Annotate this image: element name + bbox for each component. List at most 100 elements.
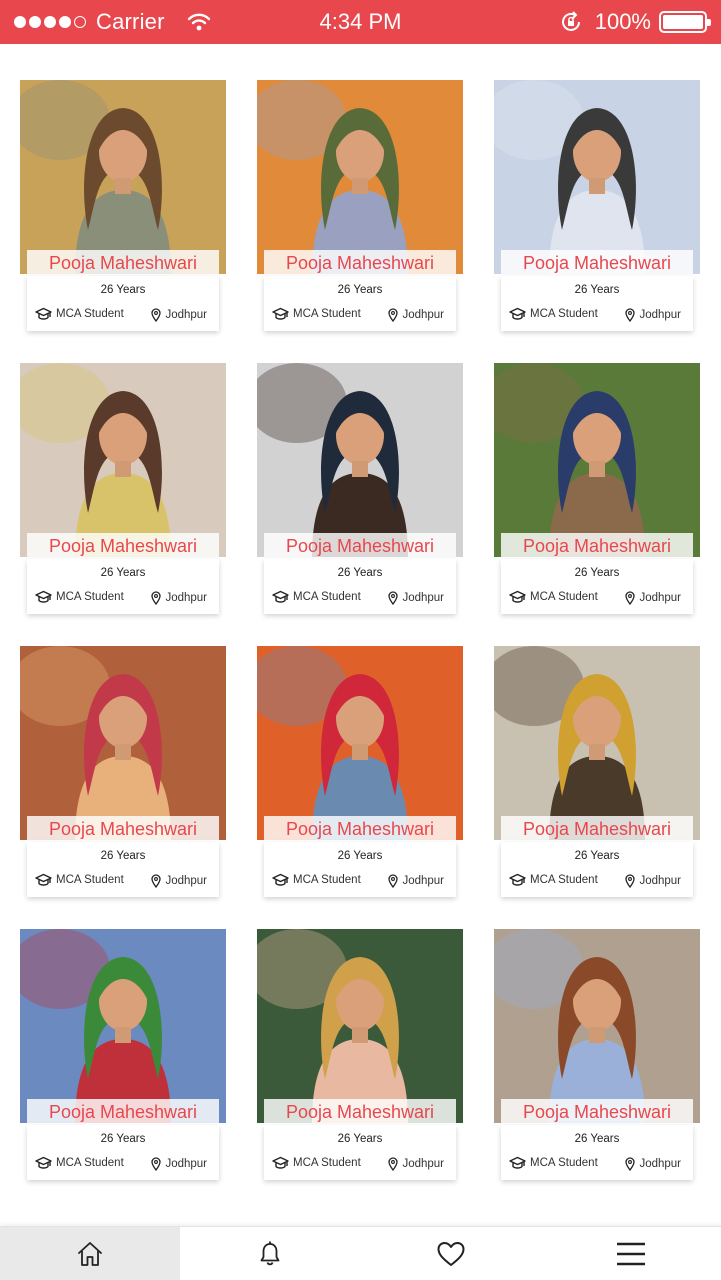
profile-photo[interactable]	[257, 80, 463, 274]
profile-education: MCA Student	[35, 306, 124, 322]
profile-grid: Pooja Maheshwari 26 Years MCA Student Jodhp…	[20, 80, 701, 1180]
profile-age: 26 Years	[100, 284, 146, 296]
profile-card[interactable]: Pooja Maheshwari 26 Years MCA Student Jodhp…	[20, 363, 226, 614]
nav-favorites[interactable]	[361, 1227, 541, 1280]
profile-card[interactable]: Pooja Maheshwari 26 Years MCA Student Jodhp…	[20, 80, 226, 331]
heart-icon	[437, 1241, 465, 1266]
profile-age: 26 Years	[100, 567, 146, 579]
location-pin-icon	[625, 591, 636, 605]
graduation-cap-icon	[272, 590, 289, 603]
graduation-cap-icon	[35, 590, 52, 603]
profile-age: 26 Years	[100, 850, 146, 862]
nav-menu[interactable]	[541, 1227, 721, 1280]
profile-name[interactable]: Pooja Maheshwari	[27, 1099, 219, 1125]
profile-name[interactable]: Pooja Maheshwari	[27, 816, 219, 842]
profile-photo[interactable]	[257, 929, 463, 1123]
education-label: MCA Student	[293, 874, 361, 886]
graduation-cap-icon	[272, 873, 289, 886]
profile-education: MCA Student	[272, 589, 361, 605]
graduation-cap-icon	[509, 307, 526, 320]
profile-location: Jodhpur	[625, 874, 681, 888]
profile-age: 26 Years	[574, 567, 620, 579]
profile-info: 26 Years MCA Student Jodhpur	[501, 559, 693, 614]
profile-location: Jodhpur	[151, 591, 207, 605]
location-pin-icon	[625, 308, 636, 322]
profile-info: 26 Years MCA Student Jodhpur	[27, 1125, 219, 1180]
profile-name[interactable]: Pooja Maheshwari	[501, 250, 693, 276]
profile-card[interactable]: Pooja Maheshwari 26 Years MCA Student Jodhp…	[257, 363, 463, 614]
education-label: MCA Student	[530, 874, 598, 886]
profile-photo[interactable]	[20, 929, 226, 1123]
location-pin-icon	[388, 874, 399, 888]
education-label: MCA Student	[56, 1157, 124, 1169]
profile-card[interactable]: Pooja Maheshwari 26 Years MCA Student Jodhp…	[257, 929, 463, 1180]
profile-photo[interactable]	[257, 363, 463, 557]
location-label: Jodhpur	[402, 309, 444, 321]
location-label: Jodhpur	[165, 875, 207, 887]
profile-photo[interactable]	[20, 80, 226, 274]
profile-card[interactable]: Pooja Maheshwari 26 Years MCA Student Jodhp…	[494, 646, 700, 897]
profile-info: 26 Years MCA Student Jodhpur	[264, 1125, 456, 1180]
education-label: MCA Student	[530, 1157, 598, 1169]
profile-name[interactable]: Pooja Maheshwari	[501, 1099, 693, 1125]
profile-card[interactable]: Pooja Maheshwari 26 Years MCA Student Jodhp…	[20, 646, 226, 897]
status-bar: Carrier 4:34 PM 100%	[0, 0, 721, 44]
profile-education: MCA Student	[35, 1155, 124, 1171]
location-label: Jodhpur	[402, 875, 444, 887]
education-label: MCA Student	[56, 874, 124, 886]
profile-location: Jodhpur	[388, 874, 444, 888]
profile-info: 26 Years MCA Student Jodhpur	[501, 842, 693, 897]
profile-card[interactable]: Pooja Maheshwari 26 Years MCA Student Jodhp…	[20, 929, 226, 1180]
profile-photo[interactable]	[494, 363, 700, 557]
profile-location: Jodhpur	[388, 308, 444, 322]
profile-card[interactable]: Pooja Maheshwari 26 Years MCA Student Jodhp…	[257, 646, 463, 897]
profile-education: MCA Student	[272, 872, 361, 888]
graduation-cap-icon	[35, 307, 52, 320]
profile-name[interactable]: Pooja Maheshwari	[27, 250, 219, 276]
location-label: Jodhpur	[165, 309, 207, 321]
location-label: Jodhpur	[639, 1158, 681, 1170]
education-label: MCA Student	[56, 591, 124, 603]
profile-age: 26 Years	[574, 850, 620, 862]
profile-name[interactable]: Pooja Maheshwari	[501, 533, 693, 559]
profile-photo[interactable]	[20, 363, 226, 557]
profile-photo[interactable]	[494, 646, 700, 840]
profile-education: MCA Student	[272, 1155, 361, 1171]
profile-name[interactable]: Pooja Maheshwari	[501, 816, 693, 842]
status-left: Carrier	[14, 0, 211, 44]
profile-card[interactable]: Pooja Maheshwari 26 Years MCA Student Jodhp…	[494, 80, 700, 331]
profile-name[interactable]: Pooja Maheshwari	[264, 533, 456, 559]
location-pin-icon	[151, 1157, 162, 1171]
profile-info: 26 Years MCA Student Jodhpur	[501, 276, 693, 331]
location-label: Jodhpur	[639, 592, 681, 604]
profile-location: Jodhpur	[151, 308, 207, 322]
location-pin-icon	[388, 1157, 399, 1171]
location-pin-icon	[625, 874, 636, 888]
profile-photo[interactable]	[494, 80, 700, 274]
profile-photo[interactable]	[20, 646, 226, 840]
profile-card[interactable]: Pooja Maheshwari 26 Years MCA Student Jodhp…	[494, 363, 700, 614]
profile-name[interactable]: Pooja Maheshwari	[27, 533, 219, 559]
profile-info: 26 Years MCA Student Jodhpur	[264, 276, 456, 331]
profile-age: 26 Years	[574, 284, 620, 296]
profile-age: 26 Years	[337, 284, 383, 296]
profile-photo[interactable]	[494, 929, 700, 1123]
profile-info: 26 Years MCA Student Jodhpur	[27, 276, 219, 331]
profile-name[interactable]: Pooja Maheshwari	[264, 1099, 456, 1125]
profile-location: Jodhpur	[388, 591, 444, 605]
profile-age: 26 Years	[574, 1133, 620, 1145]
education-label: MCA Student	[293, 591, 361, 603]
profile-card[interactable]: Pooja Maheshwari 26 Years MCA Student Jodhp…	[257, 80, 463, 331]
profile-education: MCA Student	[509, 589, 598, 605]
nav-home[interactable]	[0, 1227, 181, 1280]
profile-age: 26 Years	[100, 1133, 146, 1145]
location-label: Jodhpur	[165, 1158, 207, 1170]
graduation-cap-icon	[509, 873, 526, 886]
education-label: MCA Student	[293, 308, 361, 320]
profile-photo[interactable]	[257, 646, 463, 840]
profile-card[interactable]: Pooja Maheshwari 26 Years MCA Student Jodhp…	[494, 929, 700, 1180]
profile-name[interactable]: Pooja Maheshwari	[264, 250, 456, 276]
profile-location: Jodhpur	[625, 308, 681, 322]
nav-notifications[interactable]	[180, 1227, 360, 1280]
profile-name[interactable]: Pooja Maheshwari	[264, 816, 456, 842]
